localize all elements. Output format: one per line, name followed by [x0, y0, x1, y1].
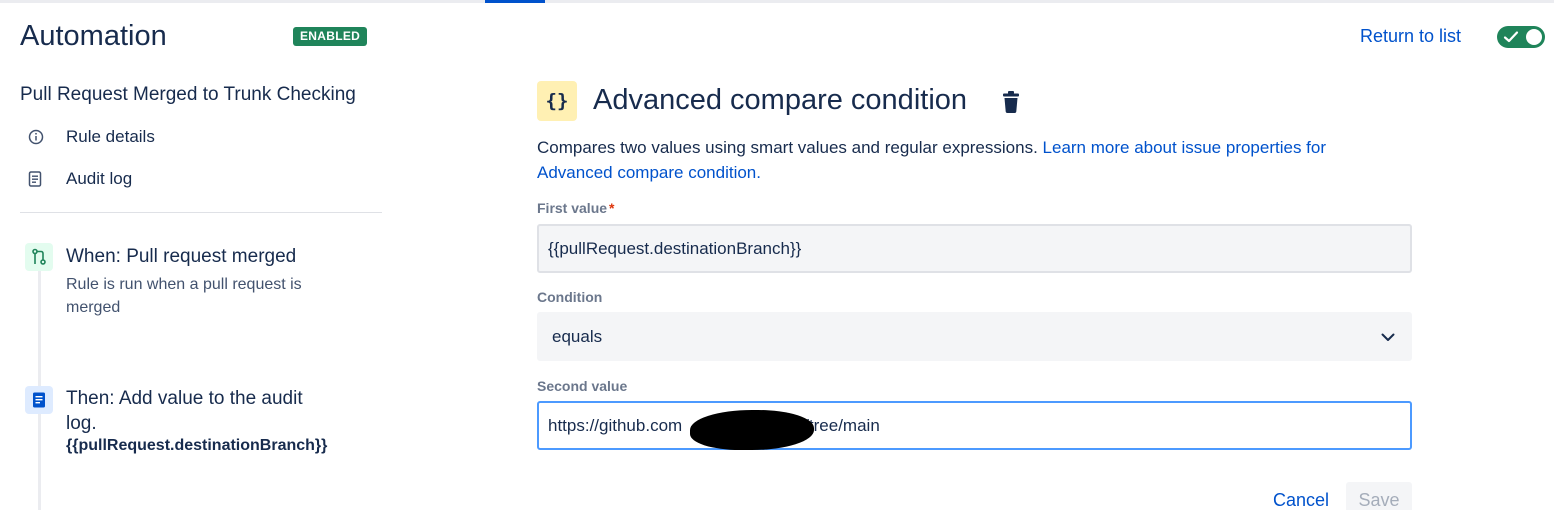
sidebar-item-rule-details[interactable]: Rule details — [28, 127, 155, 147]
sidebar-divider — [20, 212, 382, 213]
status-badge: ENABLED — [293, 27, 368, 46]
second-value-suffix: /tree/main — [804, 415, 880, 435]
condition-label: Condition — [537, 289, 603, 305]
save-button[interactable]: Save — [1346, 482, 1412, 510]
trigger-step-title[interactable]: When: Pull request merged — [66, 244, 296, 269]
top-nav-border — [0, 0, 1554, 3]
toggle-knob — [1526, 29, 1542, 45]
sidebar-item-label: Rule details — [66, 127, 155, 146]
document-icon — [25, 386, 53, 414]
condition-title: Advanced compare condition — [593, 84, 968, 116]
active-tab-indicator — [485, 0, 545, 3]
description-text: Compares two values using smart values a… — [537, 138, 1038, 157]
first-value-label: First value * — [537, 200, 614, 216]
condition-select[interactable]: equals — [537, 312, 1412, 361]
rule-enabled-toggle[interactable] — [1497, 26, 1545, 48]
rule-name: Pull Request Merged to Trunk Checking — [20, 84, 356, 105]
redaction-mark — [690, 410, 814, 450]
chevron-down-icon — [1381, 333, 1395, 341]
required-marker: * — [609, 200, 615, 216]
second-value-prefix: https://github.com — [548, 415, 683, 435]
trash-icon[interactable] — [1001, 90, 1021, 114]
action-step-title[interactable]: Then: Add value to the audit log. — [66, 386, 336, 436]
sidebar-item-label: Audit log — [66, 169, 133, 188]
first-value-input[interactable]: {{pullRequest.destinationBranch}} — [537, 224, 1412, 273]
second-value-input[interactable]: https://github.com/tree/main — [537, 401, 1412, 450]
cancel-button[interactable]: Cancel — [1273, 490, 1329, 510]
check-icon — [1503, 31, 1519, 43]
info-icon — [28, 127, 54, 147]
condition-selected-value: equals — [552, 326, 603, 346]
return-to-list-link[interactable]: Return to list — [1360, 26, 1461, 47]
second-value-label: Second value — [537, 378, 628, 394]
trigger-step-description: Rule is run when a pull request is merge… — [66, 276, 302, 316]
git-pull-request-icon — [25, 243, 53, 271]
document-icon — [28, 169, 54, 189]
action-step-value: {{pullRequest.destinationBranch}} — [66, 437, 328, 454]
condition-description: Compares two values using smart values a… — [537, 135, 1397, 185]
first-value-label-text: First value — [537, 200, 608, 216]
sidebar-item-audit-log[interactable]: Audit log — [28, 169, 132, 189]
page-title: Automation — [20, 20, 167, 52]
braces-icon: {} — [537, 81, 577, 121]
